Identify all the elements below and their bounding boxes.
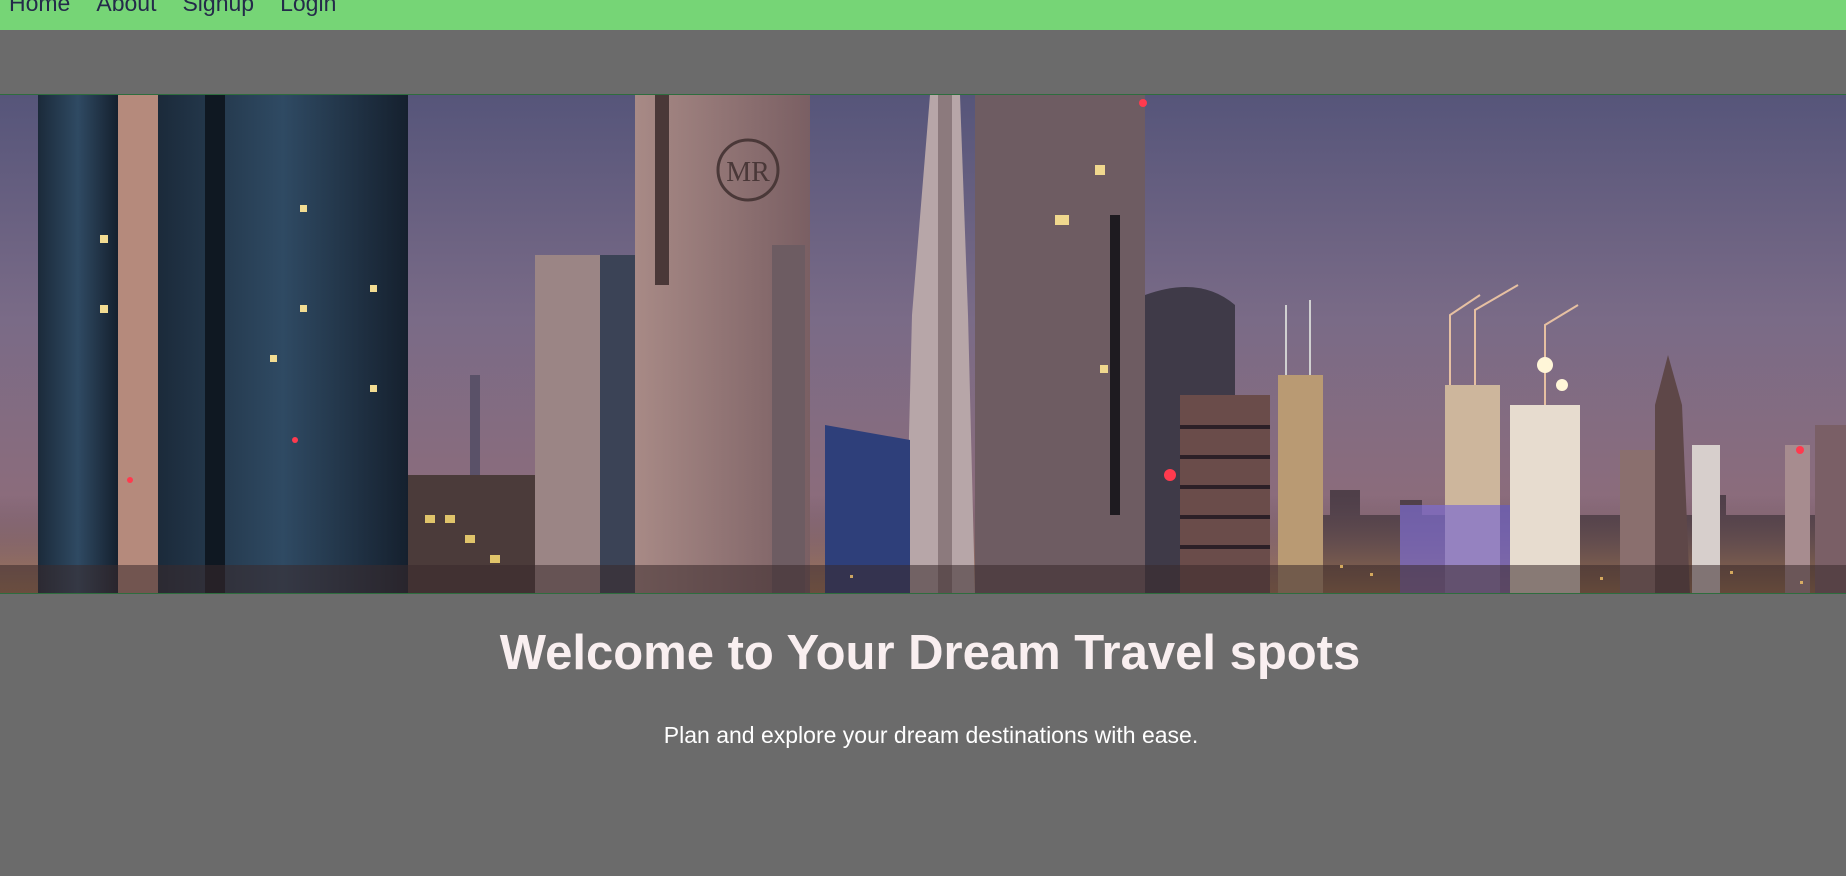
nav-link-login[interactable]: Login (280, 0, 336, 18)
nav-link-about[interactable]: About (96, 0, 156, 18)
page-tagline: Plan and explore your dream destinations… (663, 722, 1199, 748)
nav-link-home[interactable]: Home (9, 0, 70, 18)
city-skyline-illustration: MR (0, 95, 1846, 593)
page-headline: Welcome to Your Dream Travel spots (499, 626, 1361, 680)
mr-logo-text: MR (726, 157, 770, 188)
hero-banner-image: MR (0, 94, 1846, 594)
top-navbar: Home About Signup Login (0, 0, 1846, 30)
nav-link-signup[interactable]: Signup (182, 0, 254, 18)
